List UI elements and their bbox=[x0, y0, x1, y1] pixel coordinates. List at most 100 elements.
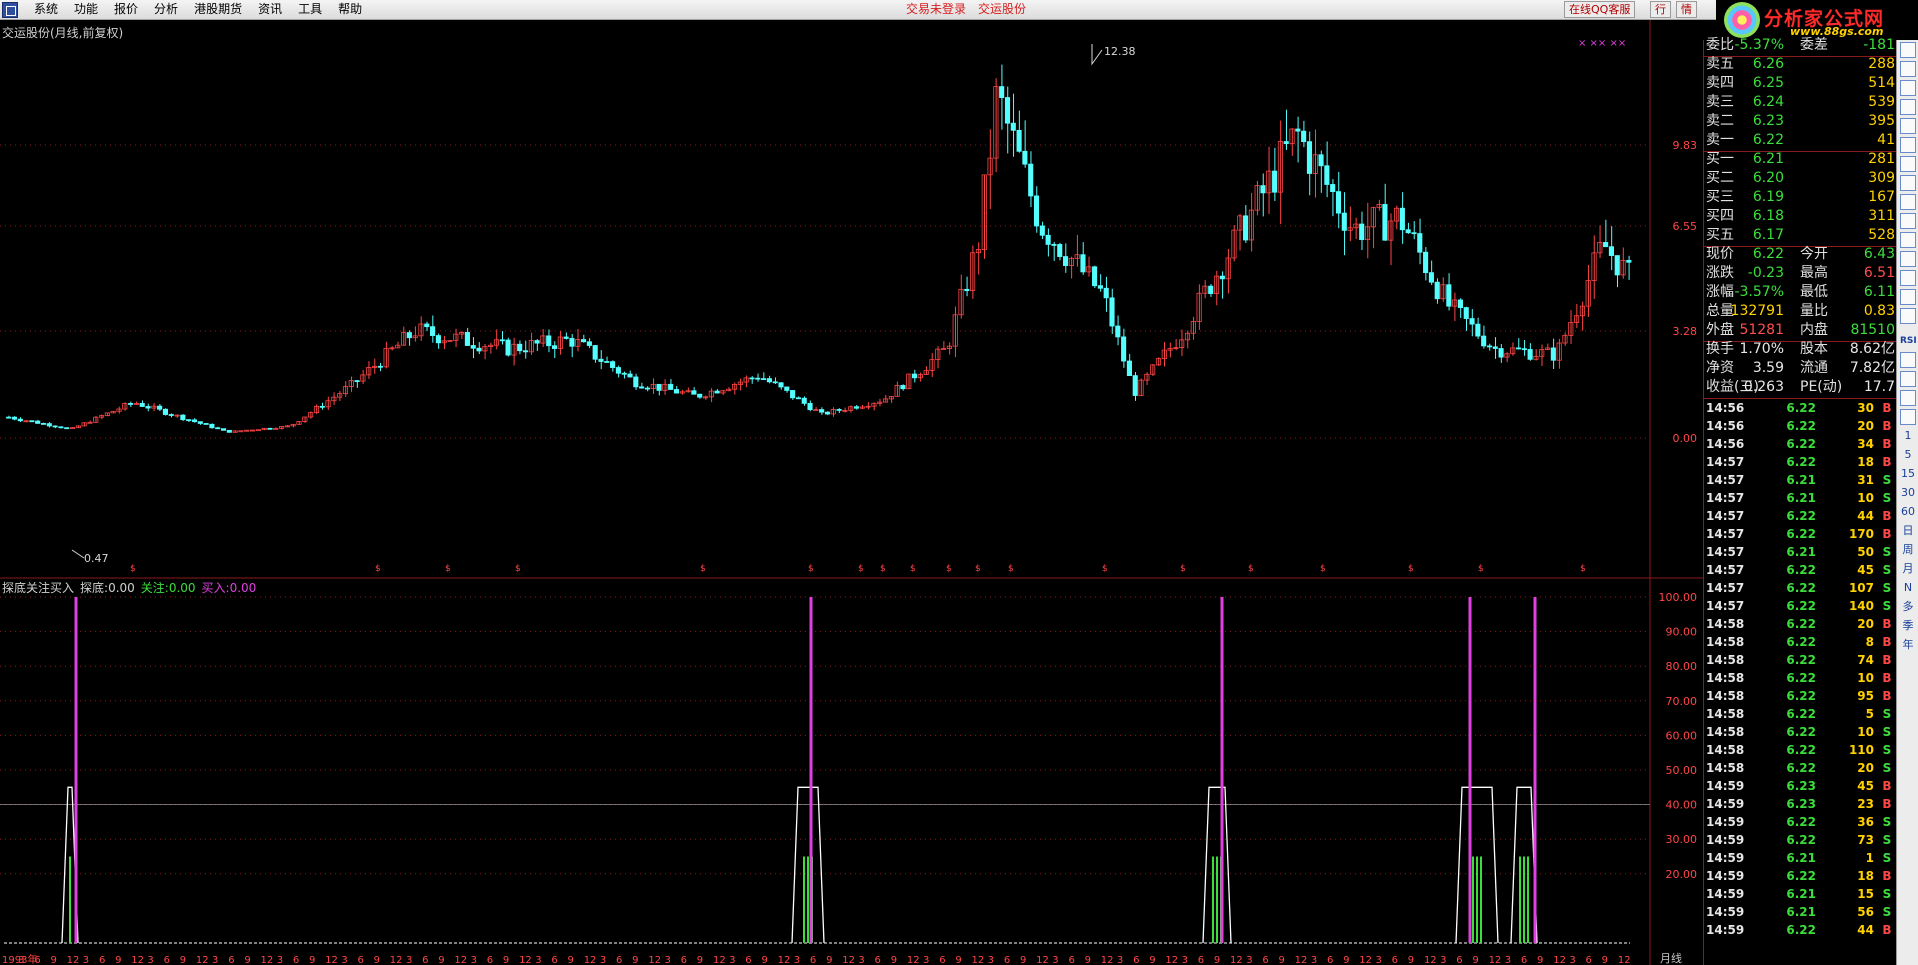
f12-icon[interactable] bbox=[1900, 251, 1916, 267]
x-axis-label: 3 bbox=[341, 955, 347, 965]
candle-down bbox=[1359, 223, 1365, 241]
tick-price: 6.21 bbox=[1786, 887, 1816, 901]
tick-dir: S bbox=[1882, 761, 1892, 775]
kline-chart[interactable]: 9.83 6.55 3.28 0.00 12.38 0.47 $ $ $ $ $ $ $ $ $ $ $ $ $ $ $… bbox=[0, 20, 1703, 965]
tick-dir: B bbox=[1882, 779, 1892, 793]
x-axis-label: 9 bbox=[50, 955, 56, 965]
candle-down bbox=[40, 423, 47, 425]
tick-row: 14:59 6.21 15 S bbox=[1704, 885, 1897, 903]
tick-price: 6.23 bbox=[1786, 797, 1816, 811]
pen-icon[interactable] bbox=[1900, 390, 1916, 406]
tick-price: 6.22 bbox=[1786, 671, 1816, 685]
candle-down bbox=[139, 402, 145, 407]
hq-button[interactable]: 行 bbox=[1650, 1, 1671, 18]
circle-icon[interactable] bbox=[1900, 289, 1916, 305]
candle-down bbox=[1132, 375, 1138, 396]
qq-service-button[interactable]: 在线QQ客服 bbox=[1564, 1, 1636, 18]
menu-item-quote[interactable]: 报价 bbox=[106, 0, 146, 20]
period-button-10[interactable]: 多 bbox=[1900, 599, 1916, 615]
chip-icon[interactable] bbox=[1900, 232, 1916, 248]
tick-time: 14:57 bbox=[1706, 509, 1745, 523]
candle-down bbox=[522, 350, 529, 353]
tick-vol: 50 bbox=[1857, 545, 1874, 559]
candle-down bbox=[853, 406, 860, 409]
tick-dir: S bbox=[1882, 473, 1892, 487]
period-button-6[interactable]: 日 bbox=[1900, 523, 1916, 539]
arrow-down-icon[interactable] bbox=[1900, 61, 1916, 77]
finance-row-value: 1.70% bbox=[1739, 341, 1784, 357]
move-icon[interactable] bbox=[1900, 371, 1916, 387]
x-axis-label: 6 bbox=[1586, 955, 1592, 965]
menu-item-news[interactable]: 资讯 bbox=[250, 0, 290, 20]
bars-icon[interactable] bbox=[1900, 137, 1916, 153]
tick-vol: 20 bbox=[1857, 617, 1874, 631]
menu-item-tools[interactable]: 工具 bbox=[290, 0, 330, 20]
period-button-5[interactable]: 60 bbox=[1900, 504, 1916, 520]
event-marker: $ bbox=[445, 564, 451, 574]
period-button-4[interactable]: 30 bbox=[1900, 485, 1916, 501]
menu-item-system[interactable]: 系统 bbox=[26, 0, 66, 20]
x-axis-label: 12 bbox=[131, 955, 144, 965]
period-button-0[interactable]: RSI bbox=[1900, 333, 1917, 349]
signal-mark: × ×× ×× bbox=[1578, 38, 1626, 49]
candle-down bbox=[1324, 165, 1330, 185]
finance-row: 净资 3.59 流通 7.82亿 bbox=[1704, 359, 1897, 378]
tick-row: 14:59 6.22 36 S bbox=[1704, 813, 1897, 831]
period-button-8[interactable]: 月 bbox=[1900, 561, 1916, 577]
f10-icon[interactable] bbox=[1900, 175, 1916, 191]
lines-icon[interactable] bbox=[1900, 308, 1916, 324]
x-axis-label: 6 bbox=[1262, 955, 1268, 965]
ruler-icon[interactable] bbox=[1900, 409, 1916, 425]
period-button-3[interactable]: 15 bbox=[1900, 466, 1916, 482]
menu-item-function[interactable]: 功能 bbox=[66, 0, 106, 20]
tick-time: 14:59 bbox=[1706, 923, 1745, 937]
candle-down bbox=[1045, 234, 1051, 245]
period-button-11[interactable]: 季 bbox=[1900, 618, 1916, 634]
candle-down bbox=[1208, 285, 1214, 294]
period-button-9[interactable]: N bbox=[1900, 580, 1916, 596]
tick-vol: 34 bbox=[1857, 437, 1874, 451]
x-axis-label: 12 bbox=[390, 955, 403, 965]
x-axis-label: 6 bbox=[1004, 955, 1010, 965]
doc-icon[interactable] bbox=[1900, 194, 1916, 210]
x-axis-label: 12 bbox=[907, 955, 920, 965]
tick-dir: S bbox=[1882, 491, 1892, 505]
list-icon[interactable] bbox=[1900, 80, 1916, 96]
period-button-12[interactable]: 年 bbox=[1900, 637, 1916, 653]
ask-row-value: 6.26 bbox=[1752, 56, 1784, 72]
tick-time: 14:59 bbox=[1706, 815, 1745, 829]
tick-vol: 56 bbox=[1857, 905, 1874, 919]
period-button-7[interactable]: 周 bbox=[1900, 542, 1916, 558]
photo-icon[interactable] bbox=[1900, 213, 1916, 229]
table-icon[interactable] bbox=[1900, 156, 1916, 172]
x-axis-label: 3 bbox=[1246, 955, 1252, 965]
menu-item-analysis[interactable]: 分析 bbox=[146, 0, 186, 20]
ask-row: 卖一 6.22 41 bbox=[1704, 131, 1897, 150]
stat-row: 总量 132791 量比 0.83 bbox=[1704, 302, 1897, 321]
layout-icon[interactable] bbox=[1900, 270, 1916, 286]
share-icon[interactable] bbox=[1900, 352, 1916, 368]
period-button-1[interactable]: 1 bbox=[1900, 428, 1916, 444]
candle-down bbox=[1092, 266, 1098, 287]
login-status[interactable]: 交易未登录 bbox=[906, 0, 966, 19]
stat-row-label2: 今开 bbox=[1800, 246, 1828, 262]
app-logo-icon[interactable] bbox=[2, 2, 18, 18]
x-axis-label: 9 bbox=[244, 955, 250, 965]
tick-time: 14:58 bbox=[1706, 635, 1745, 649]
candle-down bbox=[377, 365, 383, 368]
stat-row: 外盘 51281 内盘 81510 bbox=[1704, 321, 1897, 340]
grid-icon[interactable] bbox=[1900, 99, 1916, 115]
tick-time: 14:58 bbox=[1706, 761, 1745, 775]
indicator-axis-label: 80.00 bbox=[1666, 660, 1698, 673]
menu-item-help[interactable]: 帮助 bbox=[330, 0, 370, 20]
arrow-left-icon[interactable] bbox=[1900, 42, 1916, 58]
x-axis-label: 9 bbox=[1020, 955, 1026, 965]
menu-item-hk-futures[interactable]: 港股期货 bbox=[186, 0, 250, 20]
stat-row-value2: 6.43 bbox=[1863, 246, 1895, 262]
period-button-2[interactable]: 5 bbox=[1900, 447, 1916, 463]
x-axis-label: 12 bbox=[713, 955, 726, 965]
info-button[interactable]: 情 bbox=[1676, 1, 1697, 18]
tick-row: 14:58 6.22 10 S bbox=[1704, 723, 1897, 741]
chart-icon[interactable] bbox=[1900, 118, 1916, 134]
tick-row: 14:57 6.22 44 B bbox=[1704, 507, 1897, 525]
